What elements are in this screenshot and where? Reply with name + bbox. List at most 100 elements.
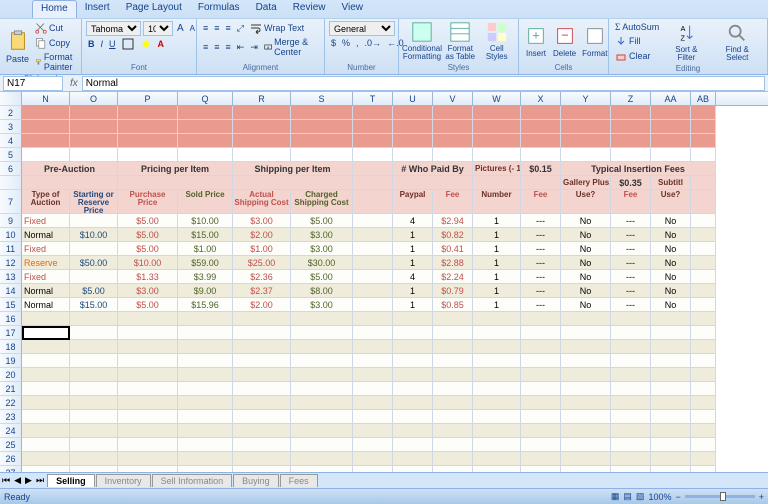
cell[interactable] bbox=[393, 466, 433, 472]
cell[interactable] bbox=[691, 176, 716, 190]
cell-chgship[interactable]: $5.00 bbox=[291, 270, 353, 284]
cell[interactable] bbox=[611, 410, 651, 424]
cell[interactable] bbox=[233, 368, 291, 382]
cell[interactable] bbox=[233, 134, 291, 148]
cell[interactable] bbox=[691, 270, 716, 284]
percent-button[interactable]: % bbox=[340, 37, 352, 49]
cell[interactable] bbox=[22, 424, 70, 438]
cell[interactable] bbox=[433, 382, 473, 396]
cell[interactable] bbox=[433, 326, 473, 340]
cell[interactable] bbox=[70, 120, 118, 134]
col-header-S[interactable]: S bbox=[291, 92, 353, 106]
col-header-W[interactable]: W bbox=[473, 92, 521, 106]
cell[interactable] bbox=[521, 438, 561, 452]
row-header-15[interactable]: 15 bbox=[0, 298, 22, 312]
cell[interactable] bbox=[233, 438, 291, 452]
cell[interactable] bbox=[353, 120, 393, 134]
cell[interactable] bbox=[22, 368, 70, 382]
hdr-use[interactable]: Use? bbox=[561, 190, 611, 214]
cell-type[interactable]: Reserve bbox=[22, 256, 70, 270]
cell[interactable] bbox=[22, 382, 70, 396]
cell[interactable] bbox=[70, 148, 118, 162]
cell[interactable] bbox=[353, 452, 393, 466]
cell-fee2[interactable]: --- bbox=[521, 214, 561, 228]
cell[interactable] bbox=[521, 148, 561, 162]
paste-button[interactable]: Paste bbox=[4, 29, 31, 65]
cell[interactable] bbox=[611, 106, 651, 120]
cell[interactable] bbox=[561, 354, 611, 368]
cell[interactable] bbox=[651, 148, 691, 162]
cell-use[interactable]: No bbox=[561, 242, 611, 256]
cell[interactable] bbox=[433, 466, 473, 472]
hdr-paypal[interactable]: Paypal bbox=[393, 190, 433, 214]
cut-button[interactable]: Cut bbox=[33, 21, 80, 35]
cell-paypal[interactable]: 1 bbox=[393, 242, 433, 256]
cell[interactable] bbox=[611, 368, 651, 382]
cell-actship[interactable]: $3.00 bbox=[233, 214, 291, 228]
cell[interactable] bbox=[691, 190, 716, 214]
cell-fee2[interactable]: --- bbox=[521, 270, 561, 284]
hdr-actual-ship[interactable]: Actual Shipping Cost bbox=[233, 190, 291, 214]
cell[interactable] bbox=[291, 466, 353, 472]
cell-fee3[interactable]: --- bbox=[611, 298, 651, 312]
cell-fee[interactable]: $0.79 bbox=[433, 284, 473, 298]
cell[interactable] bbox=[291, 148, 353, 162]
hdr-fee2[interactable]: Fee bbox=[521, 190, 561, 214]
cell-paypal[interactable]: 1 bbox=[393, 284, 433, 298]
hdr-typical[interactable]: Typical Insertion Fees bbox=[561, 162, 716, 176]
hdr-015[interactable]: $0.15 bbox=[521, 162, 561, 176]
cell[interactable] bbox=[473, 106, 521, 120]
cell-sold[interactable]: $9.00 bbox=[178, 284, 233, 298]
cell[interactable] bbox=[353, 148, 393, 162]
cell[interactable] bbox=[561, 134, 611, 148]
cell[interactable] bbox=[291, 438, 353, 452]
cell[interactable] bbox=[651, 368, 691, 382]
hdr-gallery[interactable]: Gallery Plus bbox=[561, 176, 611, 190]
cell-sold[interactable]: $3.99 bbox=[178, 270, 233, 284]
merge-center-button[interactable]: aMerge & Center bbox=[262, 36, 320, 58]
cell-fee2[interactable]: --- bbox=[521, 256, 561, 270]
col-header-X[interactable]: X bbox=[521, 92, 561, 106]
cell[interactable] bbox=[433, 354, 473, 368]
cell[interactable] bbox=[233, 326, 291, 340]
cell-chgship[interactable]: $3.00 bbox=[291, 298, 353, 312]
sheet-tab-inventory[interactable]: Inventory bbox=[96, 474, 151, 487]
cell[interactable] bbox=[118, 340, 178, 354]
cell-purchase[interactable]: $5.00 bbox=[118, 242, 178, 256]
row-header-7[interactable]: 7 bbox=[0, 190, 22, 214]
cell-purchase[interactable]: $1.33 bbox=[118, 270, 178, 284]
cell[interactable] bbox=[521, 340, 561, 354]
cell[interactable] bbox=[353, 424, 393, 438]
cell[interactable] bbox=[561, 438, 611, 452]
cell[interactable] bbox=[353, 410, 393, 424]
cell[interactable] bbox=[178, 326, 233, 340]
align-top-button[interactable]: ≡ bbox=[201, 22, 210, 34]
cell[interactable] bbox=[233, 382, 291, 396]
cell[interactable] bbox=[178, 424, 233, 438]
cell[interactable] bbox=[521, 466, 561, 472]
cell[interactable] bbox=[393, 340, 433, 354]
row-header-20[interactable]: 20 bbox=[0, 368, 22, 382]
cell-fee[interactable]: $2.24 bbox=[433, 270, 473, 284]
hdr-fee3[interactable]: Fee bbox=[611, 190, 651, 214]
row-header-9[interactable]: 9 bbox=[0, 214, 22, 228]
cell[interactable] bbox=[691, 438, 716, 452]
hdr-charged-ship[interactable]: Charged Shipping Cost bbox=[291, 190, 353, 214]
cell[interactable] bbox=[353, 284, 393, 298]
orientation-button[interactable]: ⤢ bbox=[235, 22, 246, 35]
cell-paypal[interactable]: 1 bbox=[393, 256, 433, 270]
cell[interactable] bbox=[291, 424, 353, 438]
cell[interactable] bbox=[70, 424, 118, 438]
cell[interactable] bbox=[393, 176, 473, 190]
cell[interactable] bbox=[353, 298, 393, 312]
cell[interactable] bbox=[118, 382, 178, 396]
cell[interactable] bbox=[118, 326, 178, 340]
row-header-26[interactable]: 26 bbox=[0, 452, 22, 466]
format-as-table-button[interactable]: Format as Table bbox=[443, 20, 478, 62]
cell[interactable] bbox=[691, 466, 716, 472]
cell[interactable] bbox=[433, 410, 473, 424]
cell[interactable] bbox=[178, 368, 233, 382]
row-header-[interactable] bbox=[0, 176, 22, 190]
cell[interactable] bbox=[178, 106, 233, 120]
cell[interactable] bbox=[178, 134, 233, 148]
